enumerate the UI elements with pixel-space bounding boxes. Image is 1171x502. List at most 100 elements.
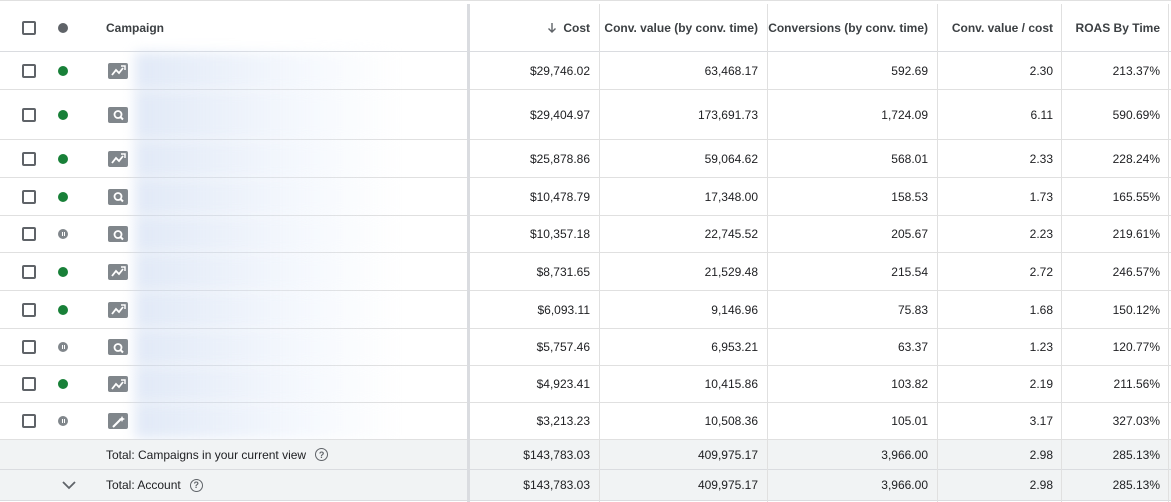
row-checkbox[interactable]	[22, 340, 36, 354]
table-row[interactable]: $10,357.18 22,745.52 205.67 2.23 219.61%	[0, 216, 1171, 253]
performance-max-campaign-icon	[108, 301, 128, 318]
column-header-value-cost[interactable]: Conv. value / cost	[938, 4, 1053, 51]
account-total-conv-value: 409,975.17	[697, 478, 758, 492]
table-row[interactable]: $3,213.23 10,508.36 105.01 3.17 327.03%	[0, 403, 1171, 440]
status-cell	[58, 90, 72, 139]
roas-cell: 120.77%	[1112, 340, 1160, 354]
table-row[interactable]: $25,878.86 59,064.62 568.01 2.33 228.24%	[0, 140, 1171, 178]
conv-value-cell: 173,691.73	[697, 107, 758, 122]
table-row[interactable]: $5,757.46 6,953.21 63.37 1.23 120.77%	[0, 329, 1171, 366]
cost-cell: $4,923.41	[536, 377, 590, 391]
row-checkbox[interactable]	[22, 189, 36, 204]
row-checkbox[interactable]	[22, 264, 36, 279]
column-divider	[599, 4, 600, 502]
status-cell	[58, 403, 72, 439]
cost-header-label: Cost	[563, 20, 590, 35]
row-checkbox[interactable]	[22, 377, 36, 391]
value-cost-cell: 3.17	[1029, 414, 1053, 428]
status-paused-icon[interactable]	[58, 342, 68, 352]
row-checkbox-cell	[22, 329, 40, 365]
status-cell	[58, 216, 72, 252]
status-enabled-icon[interactable]	[58, 379, 68, 389]
expand-cell	[60, 470, 80, 500]
campaign-type-cell	[108, 366, 130, 402]
campaign-name-redacted[interactable]	[135, 90, 430, 139]
conversions-cell: 592.69	[891, 63, 928, 78]
status-column-icon[interactable]	[58, 22, 68, 33]
table-row[interactable]: $10,478.79 17,348.00 158.53 1.73 165.55%	[0, 178, 1171, 216]
campaign-name-redacted[interactable]	[135, 253, 430, 290]
select-all-checkbox[interactable]	[22, 20, 36, 35]
campaign-name-redacted[interactable]	[135, 329, 430, 365]
row-checkbox-cell	[22, 403, 40, 439]
value-cost-cell: 6.11	[1030, 107, 1053, 122]
conversions-cell: 215.54	[891, 264, 928, 279]
campaign-name-redacted[interactable]	[135, 216, 430, 252]
status-cell	[58, 366, 72, 402]
row-checkbox[interactable]	[22, 302, 36, 317]
status-enabled-icon[interactable]	[58, 191, 68, 202]
conversions-cell: 75.83	[897, 302, 928, 317]
smart-campaign-icon	[108, 413, 128, 429]
status-cell	[58, 140, 72, 177]
roas-cell: 211.56%	[1113, 377, 1160, 391]
column-header-cost[interactable]: Cost	[470, 4, 590, 51]
roas-cell: 327.03%	[1112, 414, 1160, 428]
cost-cell: $10,357.18	[529, 227, 590, 241]
chevron-down-icon[interactable]	[60, 479, 78, 491]
column-header-roas[interactable]: ROAS By Time	[1062, 4, 1160, 51]
help-icon[interactable]: ?	[315, 448, 329, 461]
column-header-conv-value[interactable]: Conv. value (by conv. time)	[600, 4, 758, 51]
total-label-cell: Total: Campaigns in your current view ?	[106, 440, 436, 469]
campaign-type-cell	[108, 90, 130, 139]
status-enabled-icon[interactable]	[58, 153, 68, 164]
value-cost-cell: 2.23	[1029, 227, 1053, 241]
table-row[interactable]: $29,746.02 63,468.17 592.69 2.30 213.37%	[0, 52, 1171, 90]
table-row[interactable]: $8,731.65 21,529.48 215.54 2.72 246.57%	[0, 253, 1171, 291]
conversions-cell: 158.53	[891, 189, 928, 204]
status-enabled-icon[interactable]	[58, 109, 68, 120]
row-checkbox[interactable]	[22, 107, 36, 122]
column-header-campaign[interactable]: Campaign	[106, 4, 436, 51]
cost-cell: $8,731.65	[536, 264, 590, 279]
campaign-type-cell	[108, 216, 130, 252]
row-checkbox[interactable]	[22, 151, 36, 166]
campaign-name-redacted[interactable]	[135, 291, 430, 328]
status-cell	[58, 291, 72, 328]
total-row-current-view: Total: Campaigns in your current view ? …	[0, 440, 1171, 470]
table-row[interactable]: $29,404.97 173,691.73 1,724.09 6.11 590.69%	[0, 90, 1171, 140]
status-header-cell	[58, 4, 72, 51]
frozen-column-divider[interactable]	[467, 4, 470, 502]
campaign-name-redacted[interactable]	[135, 178, 430, 215]
status-paused-icon[interactable]	[58, 416, 68, 426]
conv-value-cell: 9,146.96	[711, 302, 758, 317]
help-icon[interactable]: ?	[189, 478, 203, 492]
table-row[interactable]: $4,923.41 10,415.86 103.82 2.19 211.56%	[0, 366, 1171, 403]
cost-cell: $5,757.46	[536, 340, 590, 354]
cost-cell: $29,404.97	[529, 107, 590, 122]
status-enabled-icon[interactable]	[58, 266, 68, 277]
conv-value-cell: 63,468.17	[704, 63, 758, 78]
status-paused-icon[interactable]	[58, 229, 68, 239]
select-all-checkbox-cell	[22, 4, 40, 51]
campaign-name-redacted[interactable]	[135, 403, 430, 439]
campaign-name-redacted[interactable]	[135, 52, 430, 89]
row-checkbox[interactable]	[22, 414, 36, 428]
row-checkbox[interactable]	[22, 63, 36, 78]
row-checkbox[interactable]	[22, 227, 36, 241]
table-row[interactable]: $6,093.11 9,146.96 75.83 1.68 150.12%	[0, 291, 1171, 329]
performance-max-campaign-icon	[108, 376, 128, 392]
status-enabled-icon[interactable]	[58, 304, 68, 315]
value-cost-cell: 2.30	[1029, 63, 1053, 78]
status-enabled-icon[interactable]	[58, 65, 68, 76]
campaign-name-redacted[interactable]	[135, 140, 430, 177]
conv-value-cell: 22,745.52	[704, 227, 758, 241]
roas-cell: 165.55%	[1112, 189, 1160, 204]
total-roas: 285.13%	[1112, 447, 1160, 462]
performance-max-campaign-icon	[108, 150, 128, 167]
cost-cell: $25,878.86	[529, 151, 590, 166]
value-cost-cell: 2.72	[1029, 264, 1053, 279]
column-header-conversions[interactable]: Conversions (by conv. time)	[768, 4, 928, 51]
conversions-cell: 205.67	[891, 227, 928, 241]
campaign-name-redacted[interactable]	[135, 366, 430, 402]
